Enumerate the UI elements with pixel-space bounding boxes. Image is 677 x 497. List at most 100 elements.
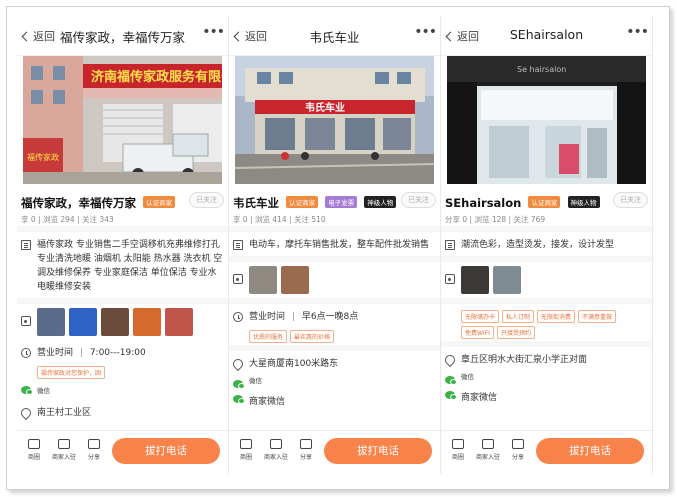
address: 章丘区明水大街汇泉小学正对面	[461, 355, 588, 365]
store-photo-illustration: 济南福传家政服务有限公司 福传家政	[23, 56, 222, 184]
more-icon[interactable]: •••	[626, 24, 649, 40]
description-row: 福传家政 专业销售二手空调移机充弗维修打孔 专业清洗地暖 油烟机 太阳能 热水器…	[17, 232, 228, 298]
call-button[interactable]: 拔打电话	[112, 438, 220, 464]
share-icon	[88, 439, 100, 449]
hours-label: 营业时间	[249, 312, 286, 322]
thumbnail[interactable]	[101, 308, 129, 336]
image-icon	[21, 316, 31, 326]
god-level-badge: 神级人物	[364, 196, 397, 208]
nav-merchant-join[interactable]: 商家入驻	[263, 439, 289, 461]
store-stats: 享 0 | 浏览 294 | 关注 343	[21, 215, 114, 224]
store-photo-illustration: 韦氏车业	[235, 56, 434, 184]
thumbnail[interactable]	[69, 308, 97, 336]
store-icon	[452, 439, 464, 449]
wechat-label: 微信	[37, 387, 50, 395]
store-name: 韦氏车业	[233, 196, 279, 210]
thumbnail[interactable]	[461, 266, 489, 294]
store-photo: 韦氏车业	[235, 56, 434, 184]
store-photo: Se hairsalon	[447, 56, 646, 184]
follow-button[interactable]: 已关注	[401, 192, 436, 208]
call-button[interactable]: 拔打电话	[536, 438, 644, 464]
merchant-wechat-row[interactable]: 商家微信	[229, 390, 440, 411]
nav-merchant-join[interactable]: 商家入驻	[51, 439, 77, 461]
store-photo: 济南福传家政服务有限公司 福传家政	[23, 56, 222, 184]
store-stats: 享 0 | 浏览 414 | 关注 510	[233, 215, 326, 224]
merchant-icon	[58, 439, 70, 449]
hours-value: 7:00---19:00	[89, 348, 146, 358]
nav-bar: 返回 韦氏车业 •••	[229, 16, 440, 56]
document-icon	[233, 240, 243, 250]
tag: 免费WIFI	[461, 326, 494, 339]
sign-text: 韦氏车业	[305, 101, 345, 114]
hours-tags: 福传家政对您保护，困	[17, 364, 228, 381]
address-row[interactable]: 大星商厦南100米路东	[229, 351, 440, 375]
page-title: 韦氏车业	[309, 30, 360, 45]
merchant-icon	[270, 439, 282, 449]
thumbnail[interactable]	[493, 266, 521, 294]
call-button[interactable]: 拔打电话	[324, 438, 432, 464]
address-row[interactable]: 南王村工业区	[17, 400, 228, 424]
bottom-bar: 商圈 商家入驻 分享 拔打电话	[441, 430, 652, 474]
bottom-bar: 商圈 商家入驻 分享 拔打电话	[17, 430, 228, 474]
wechat-mini-row: 微信	[17, 381, 228, 400]
thumbnail[interactable]	[133, 308, 161, 336]
phone-panel-1: 返回 福传家政，幸福传万家 ••• 济南福传家政服务有限公司 福传家政	[17, 16, 229, 474]
wechat-mini-row: 微信	[229, 375, 440, 390]
page-title: SEhairsalon	[509, 27, 584, 42]
nav-share[interactable]: 分享	[81, 439, 107, 461]
more-icon[interactable]: •••	[414, 24, 437, 40]
phone-panel-3: 返回 SEhairsalon ••• Se hairsalon SEhairsa…	[441, 16, 653, 474]
nav-bar: 返回 SEhairsalon •••	[441, 16, 652, 56]
follow-button[interactable]: 已关注	[189, 192, 224, 208]
nav-share[interactable]: 分享	[505, 439, 531, 461]
thumbnail[interactable]	[281, 266, 309, 294]
store-description: 福传家政 专业销售二手空调移机充弗维修打孔 专业清洗地暖 油烟机 太阳能 热水器…	[37, 240, 223, 292]
description-row: 潮流色彩，造型烫发，接发，设计发型	[441, 232, 652, 256]
store-description: 电动车，摩托车销售批发，整车配件批发销售	[249, 240, 430, 250]
location-pin-icon	[442, 352, 458, 368]
description-row: 电动车，摩托车销售批发，整车配件批发销售	[229, 232, 440, 256]
wechat-label: 微信	[461, 373, 474, 381]
wechat-mini-row: 微信	[441, 371, 652, 386]
more-icon[interactable]: •••	[202, 24, 225, 40]
nav-merchant-join[interactable]: 商家入驻	[475, 439, 501, 461]
sign-text: Se hairsalon	[517, 65, 566, 74]
tag: 优质的服务	[249, 330, 288, 343]
share-icon	[512, 439, 524, 449]
document-icon	[21, 240, 31, 250]
store-name: SEhairsalon	[445, 196, 522, 210]
follow-button[interactable]: 已关注	[613, 192, 648, 208]
store-icon	[28, 439, 40, 449]
address-row[interactable]: 章丘区明水大街汇泉小学正对面	[441, 347, 652, 371]
thumbnail[interactable]	[37, 308, 65, 336]
page-title: 福传家政，幸福传万家	[59, 30, 185, 45]
thumbnail[interactable]	[249, 266, 277, 294]
tag: 不满意重做	[578, 310, 617, 323]
photo-thumbnails	[17, 304, 228, 340]
share-icon	[300, 439, 312, 449]
merchant-wechat-label: 商家微信	[249, 397, 286, 407]
nav-shangquan[interactable]: 商圈	[445, 439, 471, 461]
nav-shangquan[interactable]: 商圈	[21, 439, 47, 461]
store-photo-illustration: Se hairsalon	[447, 56, 646, 184]
hours-value: 早6点一晚8点	[301, 312, 359, 322]
tag: 只接受预约	[496, 326, 535, 339]
bottom-bar: 商圈 商家入驻 分享 拔打电话	[229, 430, 440, 474]
thumbnail[interactable]	[165, 308, 193, 336]
store-header: 韦氏车业 认证商家 电子发票 神级人物 享 0 | 浏览 414 | 关注 51…	[229, 184, 440, 226]
image-icon	[233, 274, 243, 284]
store-description: 潮流色彩，造型烫发，接发，设计发型	[461, 240, 615, 250]
merchant-wechat-row[interactable]: 商家微信	[441, 386, 652, 407]
photo-thumbnails	[441, 262, 652, 298]
tag: 无限街消费	[537, 310, 576, 323]
nav-shangquan[interactable]: 商圈	[233, 439, 259, 461]
verified-badge: 认证商家	[286, 196, 319, 208]
service-tags: 无限储办卡 私人订制 无限街消费 不满意重做 免费WIFI 只接受预约	[441, 304, 652, 341]
hours-row: 营业时间 | 早6点一晚8点	[229, 304, 440, 328]
nav-share[interactable]: 分享	[293, 439, 319, 461]
store-header: 福传家政，幸福传万家 认证商家 享 0 | 浏览 294 | 关注 343 已关…	[17, 184, 228, 226]
location-pin-icon	[18, 405, 34, 421]
sign-text: 济南福传家政服务有限公司	[91, 69, 222, 85]
tag: 无限储办卡	[461, 310, 500, 323]
location-pin-icon	[230, 356, 246, 372]
